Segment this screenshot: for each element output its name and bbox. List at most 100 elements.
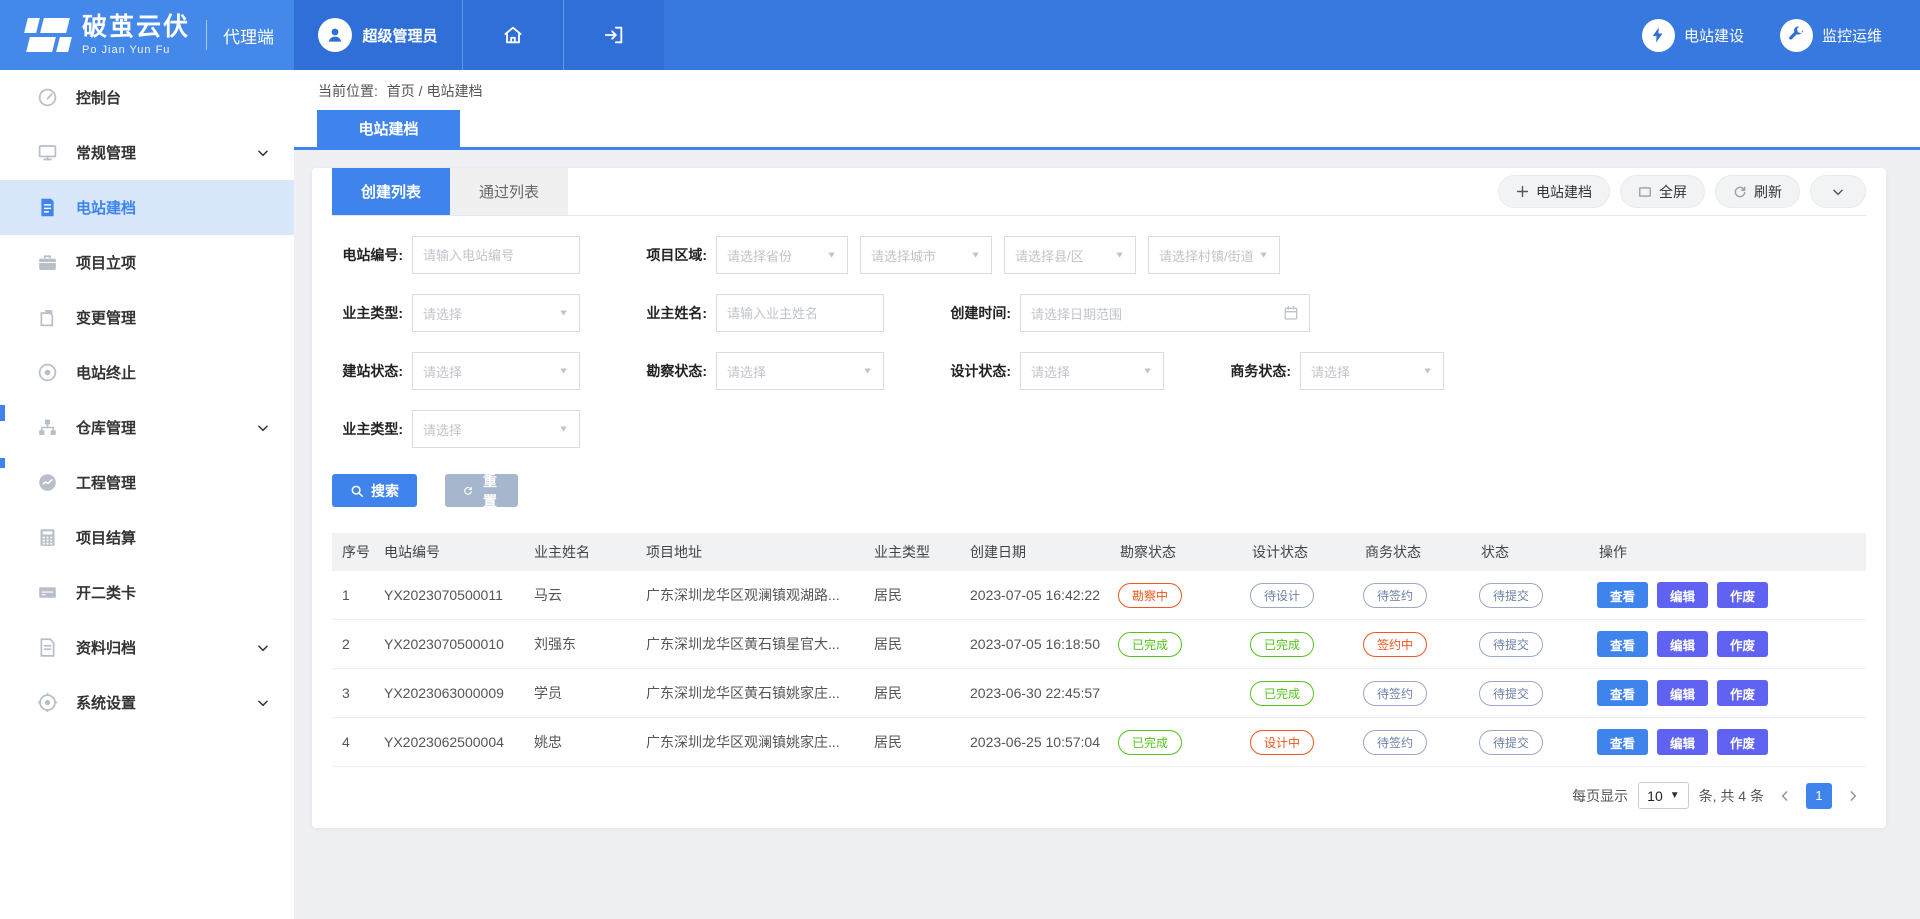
- create-date: 2023-07-05 16:18:50: [968, 636, 1118, 652]
- page-number-1[interactable]: 1: [1806, 783, 1832, 809]
- status-badge: 待提交: [1479, 583, 1543, 608]
- city-select[interactable]: 请选择城市▼: [860, 236, 992, 274]
- owner-name: 马云: [532, 585, 644, 605]
- collapse-toolbar-button[interactable]: [1810, 175, 1866, 208]
- edit-button[interactable]: 编辑: [1657, 729, 1708, 755]
- view-button[interactable]: 查看: [1597, 729, 1648, 755]
- sidebar-item-engineering-mgmt[interactable]: 工程管理: [0, 455, 294, 510]
- reset-button[interactable]: 重置: [445, 474, 518, 507]
- logout-button[interactable]: [563, 0, 664, 70]
- sidebar-item-dashboard[interactable]: 控制台: [0, 70, 294, 125]
- void-button[interactable]: 作废: [1717, 729, 1768, 755]
- caret-down-icon: ▼: [1142, 366, 1153, 376]
- nav-monitor-ops[interactable]: 监控运维: [1780, 19, 1882, 52]
- sidebar-item-station-archive[interactable]: 电站建档: [0, 180, 294, 235]
- brand-logo-icon: [26, 16, 70, 54]
- business-status-label: 商务状态:: [1212, 361, 1300, 381]
- next-page-button[interactable]: [1842, 785, 1864, 807]
- content-card: 创建列表 通过列表 电站建档 全屏 刷新: [312, 168, 1886, 828]
- create-date: 2023-07-05 16:42:22: [968, 587, 1118, 603]
- refresh-button[interactable]: 刷新: [1715, 175, 1800, 208]
- monitor-icon: [36, 142, 58, 164]
- target-icon: [36, 362, 58, 384]
- sidebar-item-data-archive[interactable]: 资料归档: [0, 620, 294, 675]
- portal-label: 代理端: [206, 20, 274, 50]
- sidebar-item-change-mgmt[interactable]: 变更管理: [0, 290, 294, 345]
- sidebar-item-system-settings[interactable]: 系统设置: [0, 675, 294, 730]
- view-button[interactable]: 查看: [1597, 631, 1648, 657]
- search-button[interactable]: 搜索: [332, 474, 417, 507]
- main-content: 当前位置: 首页 / 电站建档 电站建档 创建列表 通过列表 电站建档 全屏: [294, 70, 1920, 919]
- add-station-button[interactable]: 电站建档: [1498, 175, 1610, 208]
- sidebar-item-general-mgmt[interactable]: 常规管理: [0, 125, 294, 180]
- user-menu[interactable]: 超级管理员: [294, 0, 462, 70]
- void-button[interactable]: 作废: [1717, 631, 1768, 657]
- per-page-label: 每页显示: [1572, 786, 1628, 806]
- caret-down-icon: ▼: [1258, 250, 1269, 260]
- tab-create-list[interactable]: 创建列表: [332, 168, 450, 215]
- lightning-icon: [1649, 26, 1667, 44]
- filter-panel: 电站编号: 项目区域: 请选择省份▼ 请选择城市▼ 请选择县/区▼ 请选择村镇/…: [324, 236, 1866, 448]
- survey-status-select[interactable]: 请选择▼: [716, 352, 884, 390]
- home-icon: [502, 24, 524, 46]
- view-button[interactable]: 查看: [1597, 582, 1648, 608]
- owner-name: 刘强东: [532, 634, 644, 654]
- station-code: YX2023070500010: [382, 636, 532, 652]
- business-status-select[interactable]: 请选择▼: [1300, 352, 1444, 390]
- status-badge: 待提交: [1479, 632, 1543, 657]
- sidebar-scroll-indicator[interactable]: [0, 405, 5, 421]
- sidebar-item-station-terminate[interactable]: 电站终止: [0, 345, 294, 400]
- owner-type-select[interactable]: 请选择▼: [412, 294, 580, 332]
- caret-down-icon: ▼: [826, 250, 837, 260]
- chevron-left-icon: [1778, 789, 1792, 803]
- home-button[interactable]: [462, 0, 563, 70]
- nav-station-build[interactable]: 电站建设: [1642, 19, 1744, 52]
- edit-button[interactable]: 编辑: [1657, 680, 1708, 706]
- void-button[interactable]: 作废: [1717, 582, 1768, 608]
- station-code: YX2023062500004: [382, 734, 532, 750]
- business-status-badge: 待签约: [1363, 583, 1427, 608]
- design-status-badge: 设计中: [1250, 730, 1314, 755]
- per-page-select[interactable]: 10 ▼: [1638, 782, 1688, 809]
- date-range-picker[interactable]: 请选择日期范围: [1020, 294, 1310, 332]
- tab-passed-list[interactable]: 通过列表: [450, 168, 568, 215]
- table-row: 3 YX2023063000009 学员 广东深圳龙华区黄石镇姚家庄... 居民…: [332, 669, 1866, 718]
- filter-actions: 搜索 重置: [332, 474, 1886, 507]
- prev-page-button[interactable]: [1774, 785, 1796, 807]
- table-header: 序号 电站编号 业主姓名 项目地址 业主类型 创建日期 勘察状态 设计状态 商务…: [332, 533, 1866, 571]
- owner-name-input[interactable]: [727, 306, 873, 321]
- survey-status-label: 勘察状态:: [628, 361, 716, 381]
- sidebar-scroll-indicator[interactable]: [0, 458, 5, 468]
- void-button[interactable]: 作废: [1717, 680, 1768, 706]
- business-status-badge: 待签约: [1363, 681, 1427, 706]
- owner-type-select-2[interactable]: 请选择▼: [412, 410, 580, 448]
- edit-button[interactable]: 编辑: [1657, 582, 1708, 608]
- plus-icon: [1516, 185, 1529, 198]
- owner-type: 居民: [872, 732, 968, 752]
- survey-status-badge: 已完成: [1118, 632, 1182, 657]
- wrench-icon: [1787, 26, 1805, 44]
- sidebar-item-warehouse-mgmt[interactable]: 仓库管理: [0, 400, 294, 455]
- fullscreen-button[interactable]: 全屏: [1620, 175, 1705, 208]
- caret-down-icon: ▼: [558, 424, 569, 434]
- station-code-input[interactable]: [423, 248, 569, 263]
- page-tab-station-archive[interactable]: 电站建档: [317, 110, 460, 147]
- town-select[interactable]: 请选择村镇/街道▼: [1148, 236, 1280, 274]
- design-status-badge: 已完成: [1250, 632, 1314, 657]
- calendar-icon: [1283, 305, 1299, 321]
- view-button[interactable]: 查看: [1597, 680, 1648, 706]
- brand-subtitle: Po Jian Yun Fu: [82, 44, 190, 56]
- province-select[interactable]: 请选择省份▼: [716, 236, 848, 274]
- region-label: 项目区域:: [628, 245, 716, 265]
- sidebar-item-open-card[interactable]: 开二类卡: [0, 565, 294, 620]
- build-status-select[interactable]: 请选择▼: [412, 352, 580, 390]
- caret-down-icon: ▼: [970, 250, 981, 260]
- chevron-right-icon: [1846, 789, 1860, 803]
- design-status-select[interactable]: 请选择▼: [1020, 352, 1164, 390]
- fullscreen-icon: [1638, 185, 1652, 199]
- owner-type: 居民: [872, 634, 968, 654]
- sidebar-item-project-initiation[interactable]: 项目立项: [0, 235, 294, 290]
- edit-button[interactable]: 编辑: [1657, 631, 1708, 657]
- sidebar-item-project-settlement[interactable]: 项目结算: [0, 510, 294, 565]
- district-select[interactable]: 请选择县/区▼: [1004, 236, 1136, 274]
